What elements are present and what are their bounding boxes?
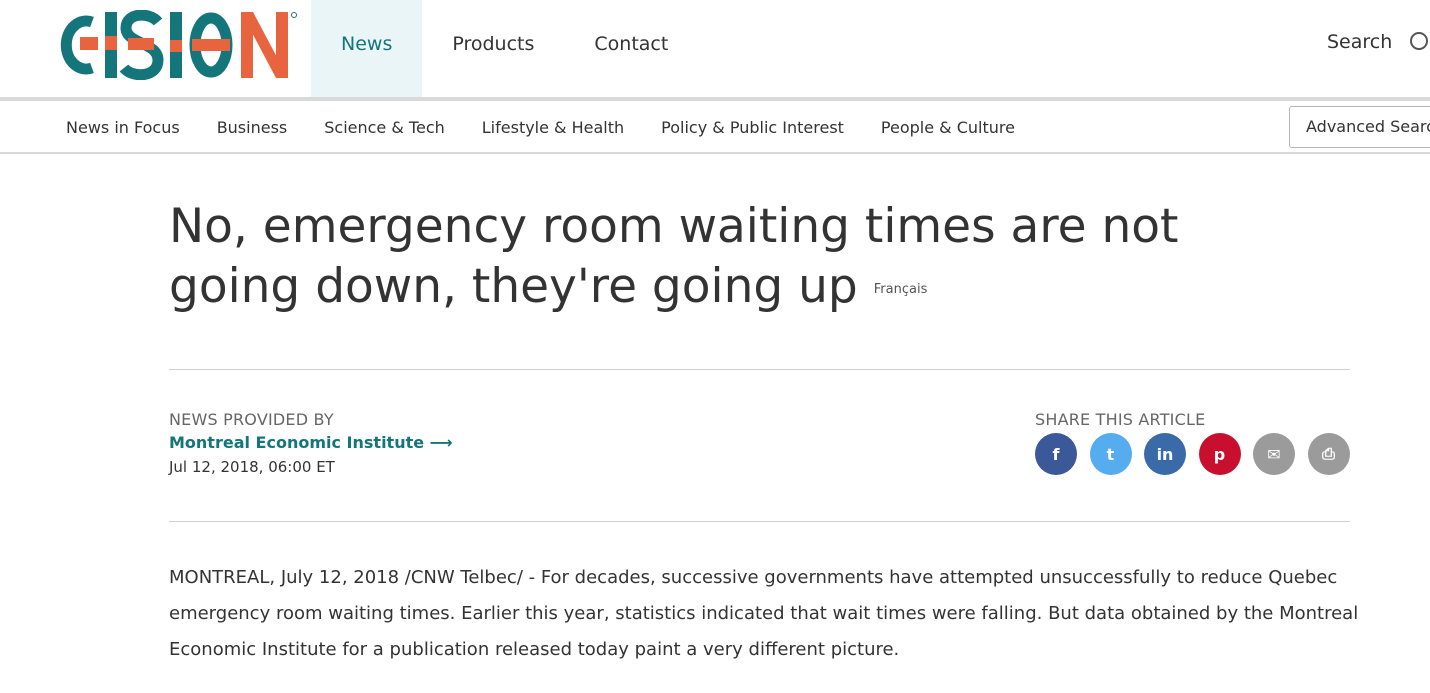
email-icon: ✉ — [1267, 444, 1281, 464]
organization-link[interactable]: Montreal Economic Institute ⟶ — [169, 433, 453, 452]
print-icon: ⎙ — [1322, 444, 1335, 463]
pinterest-icon: p — [1213, 444, 1226, 464]
linkedin-icon: in — [1156, 444, 1174, 464]
share-email-button[interactable]: ✉ — [1253, 433, 1295, 475]
category-divider — [0, 152, 1430, 154]
share-print-button[interactable]: ⎙ — [1307, 433, 1350, 475]
category-business[interactable]: Business — [217, 118, 288, 137]
facebook-icon: f — [1052, 444, 1060, 464]
search-label: Search — [1327, 31, 1393, 53]
main-nav: News Products Contact — [311, 0, 698, 101]
category-people-culture[interactable]: People & Culture — [881, 118, 1015, 137]
category-policy-public-interest[interactable]: Policy & Public Interest — [661, 118, 844, 137]
share-linkedin-button[interactable]: in — [1144, 433, 1186, 475]
share-buttons: f t in p ✉ ⎙ — [1035, 433, 1350, 475]
article-title: No, emergency room waiting times are not… — [169, 199, 1179, 314]
category-nav: News in Focus Business Science & Tech Li… — [0, 101, 1430, 153]
search-button[interactable]: Search — [1327, 31, 1429, 53]
share-facebook-button[interactable]: f — [1035, 433, 1077, 475]
nav-news[interactable]: News — [311, 0, 423, 101]
category-news-in-focus[interactable]: News in Focus — [66, 118, 180, 137]
cision-logo-mark — [60, 10, 297, 80]
organization-name: Montreal Economic Institute — [169, 433, 425, 452]
publish-date: Jul 12, 2018, 06:00 ET — [169, 458, 335, 476]
article-body: MONTREAL, July 12, 2018 /CNW Telbec/ - F… — [169, 567, 1359, 660]
news-provider-block: NEWS PROVIDED BY Montreal Economic Insti… — [169, 410, 453, 476]
share-pinterest-button[interactable]: p — [1198, 433, 1241, 475]
share-block: SHARE THIS ARTICLE f t in p ✉ ⎙ — [1035, 410, 1350, 475]
advanced-search-button[interactable]: Advanced Search — [1289, 106, 1430, 148]
share-label: SHARE THIS ARTICLE — [1035, 410, 1206, 429]
share-twitter-button[interactable]: t — [1089, 433, 1132, 475]
nav-contact[interactable]: Contact — [564, 0, 698, 101]
article-headline: No, emergency room waiting times are not… — [169, 197, 1269, 320]
provided-by-label: NEWS PROVIDED BY — [169, 410, 334, 429]
category-lifestyle-health[interactable]: Lifestyle & Health — [482, 118, 624, 137]
article-divider-bottom — [169, 521, 1350, 522]
twitter-icon: t — [1106, 444, 1115, 464]
nav-products[interactable]: Products — [422, 0, 564, 101]
article-divider-top — [169, 369, 1350, 370]
top-header: News Products Contact Search — [0, 0, 1430, 101]
search-icon — [1410, 32, 1429, 50]
language-link-francais[interactable]: Français — [874, 282, 928, 297]
arrow-right-icon: ⟶ — [429, 433, 453, 452]
category-science-tech[interactable]: Science & Tech — [324, 118, 445, 137]
cision-logo[interactable] — [58, 10, 298, 80]
